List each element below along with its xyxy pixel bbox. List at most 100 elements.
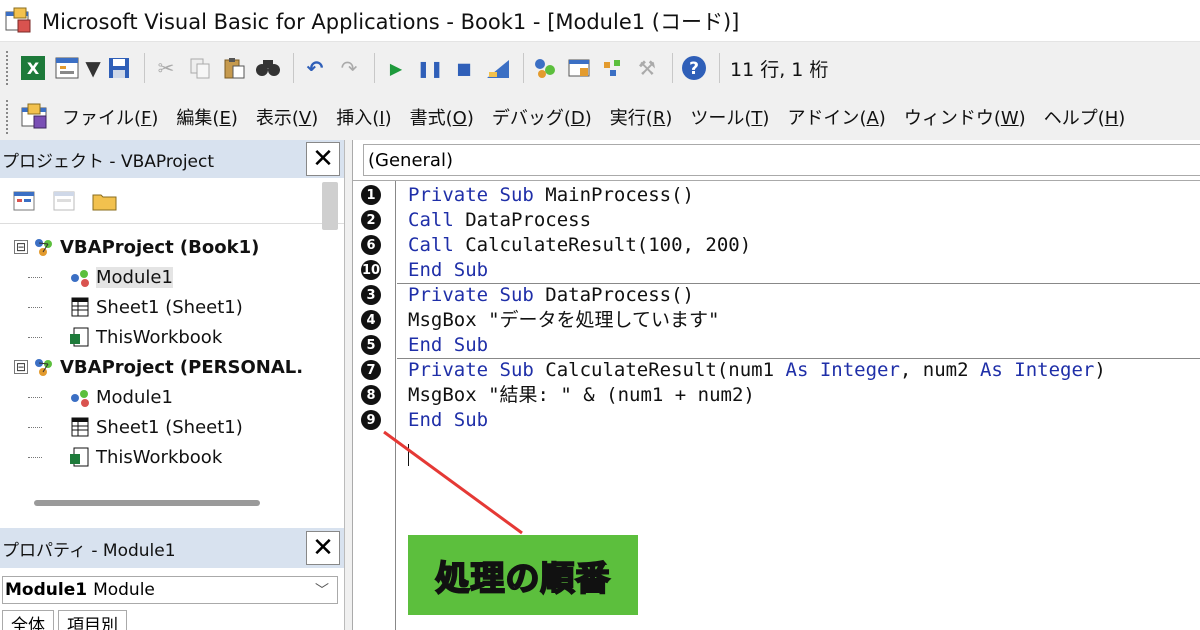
code-text: ) (1094, 359, 1106, 381)
tree-item[interactable]: ⊟ VBAProject (PERSONAL. (0, 352, 345, 382)
tree-connector (28, 336, 42, 338)
menu-item-label: 編集 (176, 108, 213, 129)
tab-categorized[interactable]: 項目別 (58, 610, 127, 630)
collapse-icon[interactable]: ⊟ (14, 240, 28, 254)
code-line[interactable]: Private Sub DataProcess() (408, 283, 694, 308)
code-line[interactable]: MsgBox "データを処理しています" (408, 308, 719, 333)
toolbar-grip[interactable] (6, 51, 10, 85)
tree-item-label: ThisWorkbook (96, 446, 223, 468)
object-type: Module (93, 580, 155, 600)
accelerator-key: I (379, 108, 385, 129)
object-browser-icon[interactable] (598, 52, 628, 84)
order-number-badge: 2 (361, 210, 381, 230)
menu-item-label: 表示 (255, 108, 292, 129)
project-explorer-icon[interactable] (530, 52, 560, 84)
menu-item-5[interactable]: デバッグ(D) (492, 104, 592, 130)
help-icon[interactable]: ? (679, 52, 709, 84)
sheet-icon (68, 416, 92, 438)
menu-item-8[interactable]: アドイン(A) (787, 104, 885, 130)
menu-item-label: アドイン (787, 108, 860, 129)
tree-item-label: Module1 (96, 386, 173, 408)
menubar-grip[interactable] (6, 100, 10, 134)
window-title: Microsoft Visual Basic for Applications … (42, 9, 740, 34)
code-line[interactable]: Call DataProcess (408, 208, 591, 233)
tree-item[interactable]: ThisWorkbook (0, 442, 345, 472)
menu-item-10[interactable]: ヘルプ(H) (1044, 104, 1126, 130)
excel-icon[interactable]: X (18, 52, 48, 84)
code-keyword: Call (408, 234, 454, 256)
tree-item[interactable]: ThisWorkbook (0, 322, 345, 352)
undo-icon[interactable]: ↶ (300, 52, 330, 84)
close-icon[interactable]: ✕ (306, 531, 340, 565)
object-select[interactable]: Module1 Module ﹀ (2, 576, 338, 604)
tree-item[interactable]: Sheet1 (Sheet1) (0, 292, 345, 322)
copy-icon[interactable] (185, 52, 215, 84)
code-line[interactable]: Private Sub CalculateResult(num1 As Inte… (408, 358, 1106, 383)
tree-item-label: Sheet1 (Sheet1) (96, 296, 243, 318)
code-window-icon[interactable] (18, 102, 52, 132)
code-text: MsgBox "結果: " & (num1 + num2) (408, 384, 755, 406)
toggle-folders-icon[interactable] (92, 190, 118, 212)
tree-item-label: Module1 (96, 266, 173, 288)
code-line[interactable]: Private Sub MainProcess() (408, 183, 694, 208)
tree-item[interactable]: Module1 (0, 382, 345, 412)
tab-alphabetic[interactable]: 全体 (2, 610, 54, 630)
object-combobox[interactable]: (General) (363, 144, 1200, 176)
menu-item-9[interactable]: ウィンドウ(W) (904, 104, 1026, 130)
procedure-separator (397, 283, 1200, 284)
menu-item-accelerator: (D) (563, 108, 592, 129)
menu-item-6[interactable]: 実行(R) (610, 104, 673, 130)
view-object-icon[interactable] (52, 190, 78, 212)
order-number-badge: 3 (361, 285, 381, 305)
code-line[interactable]: End Sub (408, 258, 488, 283)
tree-item[interactable]: Module1 (0, 262, 345, 292)
gutter-divider (395, 181, 396, 630)
toolbox-icon[interactable]: ⚒ (632, 52, 662, 84)
properties-icon[interactable] (564, 52, 594, 84)
menu-item-label: ファイル (62, 108, 134, 129)
save-icon[interactable] (104, 52, 134, 84)
menu-item-4[interactable]: 書式(O) (410, 104, 474, 130)
design-mode-icon[interactable] (483, 52, 513, 84)
code-line[interactable]: Call CalculateResult(100, 200) (408, 233, 751, 258)
code-line[interactable]: End Sub (408, 408, 488, 433)
menu-item-2[interactable]: 表示(V) (256, 104, 318, 130)
vba-project-icon (32, 236, 56, 258)
properties-tabs: 全体 項目別 (2, 610, 131, 630)
menu-item-7[interactable]: ツール(T) (690, 104, 769, 130)
project-vertical-scrollbar[interactable] (322, 182, 338, 230)
menu-item-0[interactable]: ファイル(F) (62, 104, 158, 130)
svg-text:?: ? (689, 59, 699, 79)
chevron-down-icon[interactable]: ﹀ (315, 580, 329, 600)
menu-item-3[interactable]: 挿入(I) (336, 104, 391, 130)
cut-icon[interactable]: ✂ (151, 52, 181, 84)
paste-icon[interactable] (219, 52, 249, 84)
close-icon[interactable]: ✕ (306, 142, 340, 176)
code-line[interactable]: End Sub (408, 333, 488, 358)
collapse-icon[interactable]: ⊟ (14, 360, 28, 374)
toolbar-separator (374, 53, 375, 83)
project-pane-header: プロジェクト - VBAProject ✕ (0, 140, 344, 178)
code-text: MsgBox "データを処理しています" (408, 309, 720, 331)
accelerator-key: O (452, 108, 467, 129)
vba-app-icon (4, 6, 34, 36)
tree-item[interactable]: Sheet1 (Sheet1) (0, 412, 345, 442)
redo-icon[interactable]: ↷ (334, 52, 364, 84)
reset-icon[interactable]: ■ (449, 52, 479, 84)
code-line[interactable]: MsgBox "結果: " & (num1 + num2) (408, 383, 755, 408)
dropdown-arrow-icon[interactable]: ▼ (85, 52, 100, 84)
menu-item-label: 挿入 (336, 108, 373, 129)
tree-item[interactable]: ⊟ VBAProject (Book1) (0, 232, 345, 262)
break-icon[interactable]: ❚❚ (415, 52, 445, 84)
find-icon[interactable] (253, 52, 283, 84)
run-icon[interactable]: ▶ (381, 52, 411, 84)
code-text: DataProcess() (533, 284, 694, 306)
code-keyword: End Sub (408, 409, 489, 431)
project-horizontal-scrollbar[interactable] (34, 500, 260, 506)
insert-form-icon[interactable] (52, 52, 82, 84)
order-number-badge: 4 (361, 310, 381, 330)
view-code-icon[interactable] (12, 190, 38, 212)
code-text: DataProcess (453, 209, 592, 231)
project-pane-title: プロジェクト - VBAProject (2, 151, 215, 172)
menu-item-1[interactable]: 編集(E) (176, 104, 237, 130)
